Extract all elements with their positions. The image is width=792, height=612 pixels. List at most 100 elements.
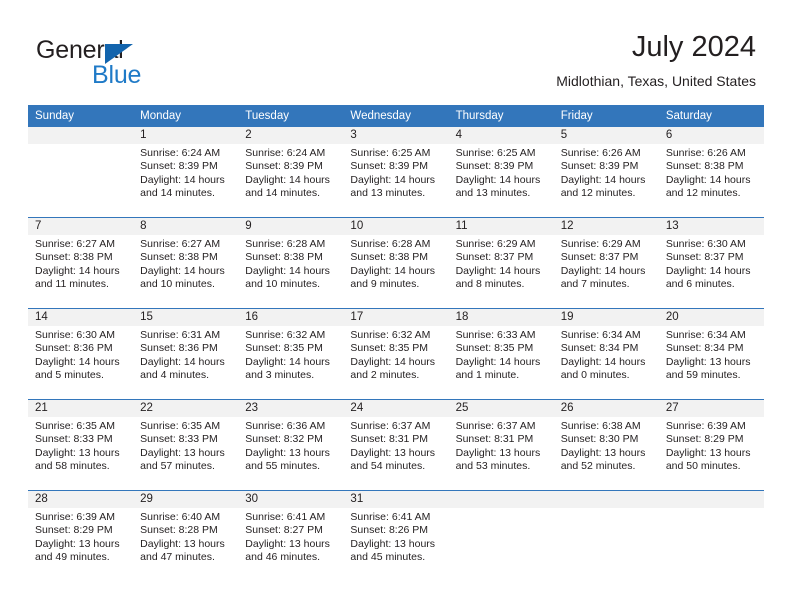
day-number: 6 xyxy=(658,127,764,144)
day-cell[interactable]: 16 Sunrise: 6:32 AM Sunset: 8:35 PM Dayl… xyxy=(238,308,344,400)
day-number: 14 xyxy=(28,309,134,326)
sunset-text: Sunset: 8:35 PM xyxy=(245,342,323,355)
sunrise-text: Sunrise: 6:41 AM xyxy=(245,511,326,523)
daylight-text-line1: Daylight: 14 hours xyxy=(455,173,541,186)
daylight-text-line1: Daylight: 14 hours xyxy=(665,173,751,186)
daylight-text-line2: and 52 minutes. xyxy=(560,459,636,472)
day-cell[interactable] xyxy=(448,490,554,581)
daylight-text-line1: Daylight: 13 hours xyxy=(140,446,225,459)
day-cell[interactable] xyxy=(28,127,134,218)
day-cell[interactable]: 31 Sunrise: 6:41 AM Sunset: 8:26 PM Dayl… xyxy=(343,490,449,581)
day-cell[interactable]: 25 Sunrise: 6:37 AM Sunset: 8:31 PM Dayl… xyxy=(448,399,554,491)
title-block: July 2024 Midlothian, Texas, United Stat… xyxy=(556,30,756,90)
day-cell[interactable]: 1 Sunrise: 6:24 AM Sunset: 8:39 PM Dayli… xyxy=(133,127,239,218)
day-cell[interactable]: 26 Sunrise: 6:38 AM Sunset: 8:30 PM Dayl… xyxy=(553,399,659,491)
page-title: July 2024 xyxy=(631,31,756,63)
day-cell[interactable]: 9 Sunrise: 6:28 AM Sunset: 8:38 PM Dayli… xyxy=(238,217,344,309)
day-cell[interactable]: 3 Sunrise: 6:25 AM Sunset: 8:39 PM Dayli… xyxy=(343,127,449,218)
day-cell[interactable]: 29 Sunrise: 6:40 AM Sunset: 8:28 PM Dayl… xyxy=(133,490,239,581)
weekday-header-friday: Friday xyxy=(553,105,659,127)
day-cell[interactable]: 13 Sunrise: 6:30 AM Sunset: 8:37 PM Dayl… xyxy=(658,217,764,309)
day-cell[interactable]: 22 Sunrise: 6:35 AM Sunset: 8:33 PM Dayl… xyxy=(133,399,239,491)
sunset-text: Sunset: 8:38 PM xyxy=(35,251,113,264)
sunrise-text: Sunrise: 6:32 AM xyxy=(245,329,326,341)
sunrise-text: Sunrise: 6:27 AM xyxy=(140,238,221,250)
sunrise-text: Sunrise: 6:25 AM xyxy=(350,147,431,159)
day-cell-inner: 6 Sunrise: 6:26 AM Sunset: 8:38 PM Dayli… xyxy=(658,127,764,217)
day-cell[interactable]: 10 Sunrise: 6:28 AM Sunset: 8:38 PM Dayl… xyxy=(343,217,449,309)
sunrise-text: Sunrise: 6:37 AM xyxy=(350,420,431,432)
day-details: Sunrise: 6:34 AM Sunset: 8:34 PM Dayligh… xyxy=(659,326,764,382)
day-details: Sunrise: 6:26 AM Sunset: 8:39 PM Dayligh… xyxy=(554,144,659,200)
day-cell[interactable]: 12 Sunrise: 6:29 AM Sunset: 8:37 PM Dayl… xyxy=(553,217,659,309)
sunset-text: Sunset: 8:39 PM xyxy=(560,160,639,173)
day-cell[interactable] xyxy=(658,490,764,581)
day-cell[interactable]: 24 Sunrise: 6:37 AM Sunset: 8:31 PM Dayl… xyxy=(343,399,449,491)
day-cell-inner: 13 Sunrise: 6:30 AM Sunset: 8:37 PM Dayl… xyxy=(658,218,764,308)
day-cell[interactable]: 2 Sunrise: 6:24 AM Sunset: 8:39 PM Dayli… xyxy=(238,127,344,218)
day-cell[interactable]: 30 Sunrise: 6:41 AM Sunset: 8:27 PM Dayl… xyxy=(238,490,344,581)
day-cell[interactable]: 21 Sunrise: 6:35 AM Sunset: 8:33 PM Dayl… xyxy=(28,399,134,491)
day-cell[interactable] xyxy=(553,490,659,581)
day-details: Sunrise: 6:32 AM Sunset: 8:35 PM Dayligh… xyxy=(343,326,448,382)
day-details xyxy=(659,508,764,511)
daylight-text-line2: and 10 minutes. xyxy=(140,277,215,290)
daylight-text-line1: Daylight: 14 hours xyxy=(560,264,646,277)
daylight-text-line1: Daylight: 14 hours xyxy=(245,173,330,186)
sunset-text: Sunset: 8:33 PM xyxy=(140,433,218,446)
daylight-text-line1: Daylight: 14 hours xyxy=(455,264,541,277)
day-cell[interactable]: 20 Sunrise: 6:34 AM Sunset: 8:34 PM Dayl… xyxy=(658,308,764,400)
sunset-text: Sunset: 8:29 PM xyxy=(35,524,113,537)
sunrise-text: Sunrise: 6:29 AM xyxy=(455,238,536,250)
sunrise-text: Sunrise: 6:27 AM xyxy=(35,238,115,250)
weekday-header-wednesday: Wednesday xyxy=(343,105,449,127)
daylight-text-line2: and 54 minutes. xyxy=(350,459,426,472)
sunset-text: Sunset: 8:37 PM xyxy=(455,251,534,264)
logo-text-blue: Blue xyxy=(92,61,142,89)
day-cell[interactable]: 17 Sunrise: 6:32 AM Sunset: 8:35 PM Dayl… xyxy=(343,308,449,400)
daylight-text-line2: and 55 minutes. xyxy=(245,459,320,472)
sunrise-text: Sunrise: 6:41 AM xyxy=(350,511,431,523)
daylight-text-line2: and 57 minutes. xyxy=(140,459,215,472)
daylight-text-line1: Daylight: 14 hours xyxy=(350,264,436,277)
day-cell[interactable]: 5 Sunrise: 6:26 AM Sunset: 8:39 PM Dayli… xyxy=(553,127,659,218)
day-cell[interactable]: 18 Sunrise: 6:33 AM Sunset: 8:35 PM Dayl… xyxy=(448,308,554,400)
day-details: Sunrise: 6:27 AM Sunset: 8:38 PM Dayligh… xyxy=(133,235,238,291)
sunrise-text: Sunrise: 6:30 AM xyxy=(35,329,115,341)
day-cell[interactable]: 6 Sunrise: 6:26 AM Sunset: 8:38 PM Dayli… xyxy=(658,127,764,218)
day-cell[interactable]: 14 Sunrise: 6:30 AM Sunset: 8:36 PM Dayl… xyxy=(28,308,134,400)
sunrise-text: Sunrise: 6:24 AM xyxy=(245,147,326,159)
sunset-text: Sunset: 8:31 PM xyxy=(350,433,429,446)
day-cell[interactable]: 11 Sunrise: 6:29 AM Sunset: 8:37 PM Dayl… xyxy=(448,217,554,309)
day-cell-inner: 11 Sunrise: 6:29 AM Sunset: 8:37 PM Dayl… xyxy=(448,218,554,308)
day-number: 12 xyxy=(553,218,659,235)
daylight-text-line1: Daylight: 14 hours xyxy=(35,264,120,277)
sunset-text: Sunset: 8:27 PM xyxy=(245,524,323,537)
day-number: 27 xyxy=(658,400,764,417)
sunset-text: Sunset: 8:35 PM xyxy=(350,342,429,355)
day-cell-inner: 19 Sunrise: 6:34 AM Sunset: 8:34 PM Dayl… xyxy=(553,309,659,399)
day-details: Sunrise: 6:28 AM Sunset: 8:38 PM Dayligh… xyxy=(343,235,448,291)
day-cell[interactable]: 19 Sunrise: 6:34 AM Sunset: 8:34 PM Dayl… xyxy=(553,308,659,400)
day-number: 21 xyxy=(28,400,134,417)
day-number: 3 xyxy=(343,127,449,144)
day-cell[interactable]: 28 Sunrise: 6:39 AM Sunset: 8:29 PM Dayl… xyxy=(28,490,134,581)
day-cell[interactable]: 8 Sunrise: 6:27 AM Sunset: 8:38 PM Dayli… xyxy=(133,217,239,309)
sunrise-text: Sunrise: 6:39 AM xyxy=(35,511,115,523)
daylight-text-line2: and 14 minutes. xyxy=(140,186,215,199)
calendar-week-row: 7 Sunrise: 6:27 AM Sunset: 8:38 PM Dayli… xyxy=(28,217,764,309)
day-number xyxy=(658,491,764,508)
sunset-text: Sunset: 8:33 PM xyxy=(35,433,113,446)
daylight-text-line2: and 59 minutes. xyxy=(665,368,741,381)
daylight-text-line1: Daylight: 13 hours xyxy=(665,355,751,368)
daylight-text-line1: Daylight: 14 hours xyxy=(140,264,225,277)
day-number: 11 xyxy=(448,218,554,235)
day-cell[interactable]: 7 Sunrise: 6:27 AM Sunset: 8:38 PM Dayli… xyxy=(28,217,134,309)
day-cell[interactable]: 15 Sunrise: 6:31 AM Sunset: 8:36 PM Dayl… xyxy=(133,308,239,400)
day-cell[interactable]: 23 Sunrise: 6:36 AM Sunset: 8:32 PM Dayl… xyxy=(238,399,344,491)
day-details: Sunrise: 6:30 AM Sunset: 8:36 PM Dayligh… xyxy=(28,326,133,382)
daylight-text-line2: and 1 minute. xyxy=(455,368,520,381)
day-cell[interactable]: 27 Sunrise: 6:39 AM Sunset: 8:29 PM Dayl… xyxy=(658,399,764,491)
day-cell[interactable]: 4 Sunrise: 6:25 AM Sunset: 8:39 PM Dayli… xyxy=(448,127,554,218)
day-cell-inner: 16 Sunrise: 6:32 AM Sunset: 8:35 PM Dayl… xyxy=(238,309,344,399)
